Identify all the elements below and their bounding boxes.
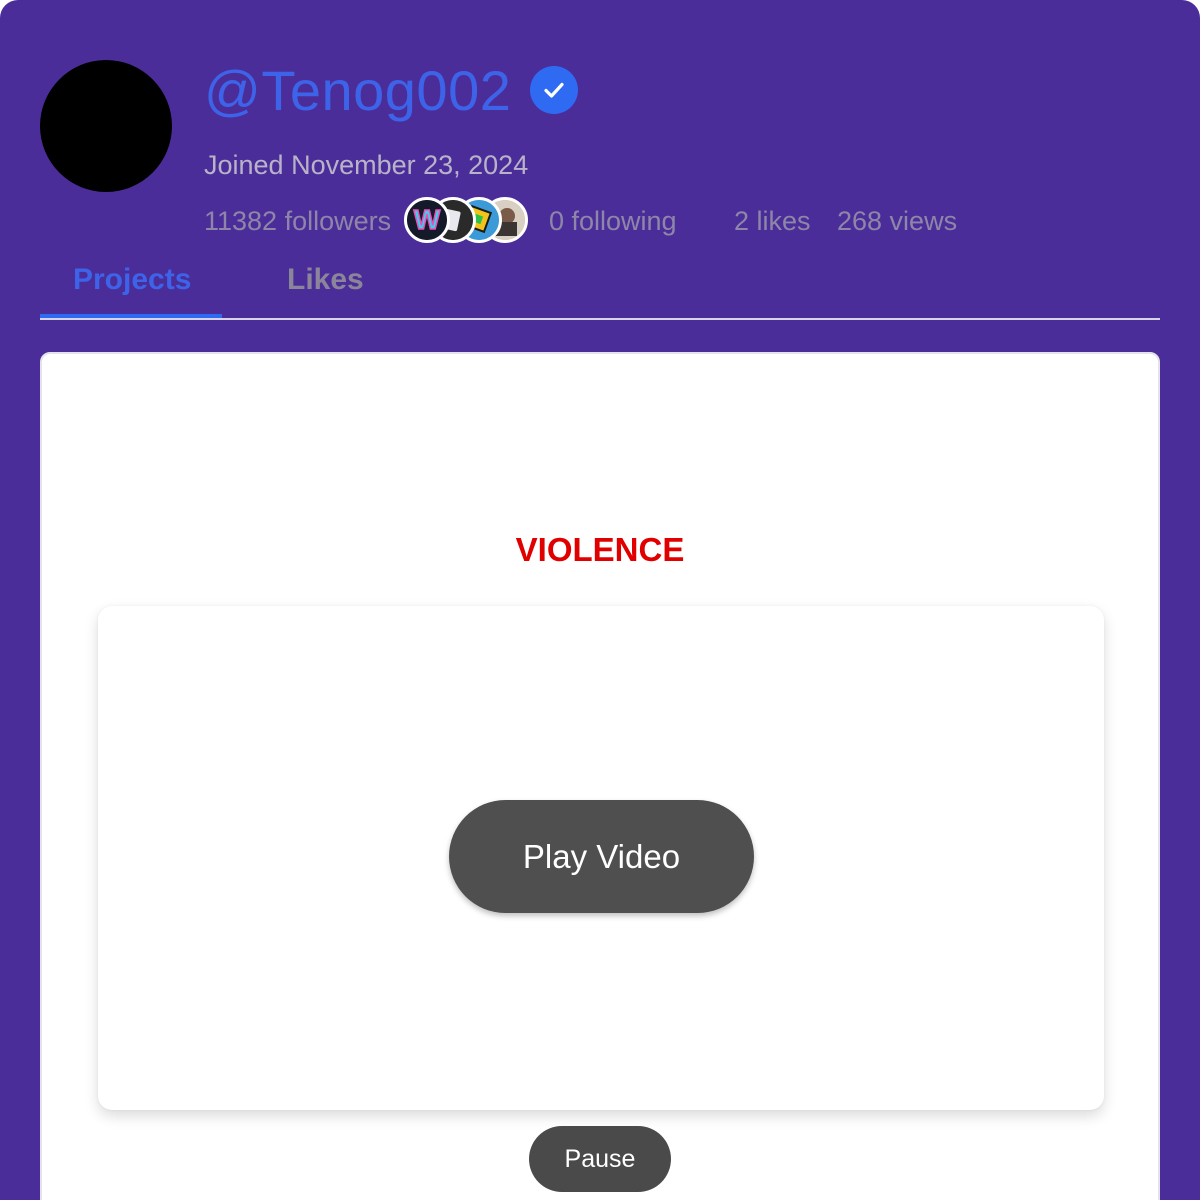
video-player[interactable]: Play Video	[98, 606, 1104, 1110]
following-count[interactable]: 0 following	[549, 204, 677, 238]
likes-count: 2 likes	[734, 206, 811, 236]
content-warning: VIOLENCE	[515, 531, 685, 568]
svg-text:W: W	[414, 204, 441, 235]
joined-date: Joined November 23, 2024	[204, 150, 529, 180]
profile-page: @Tenog002 Joined November 23, 2024 11382…	[0, 0, 1200, 1200]
profile-avatar[interactable]	[40, 60, 172, 192]
follower-avatar-w-icon[interactable]: W	[404, 197, 450, 243]
project-card: VIOLENCE Play Video Pause	[40, 352, 1160, 1200]
tab-divider	[40, 318, 1160, 320]
followers-count[interactable]: 11382 followers	[204, 204, 391, 238]
profile-username: @Tenog002	[204, 59, 512, 122]
pause-button[interactable]: Pause	[529, 1126, 671, 1192]
follower-avatar-stack[interactable]: W	[404, 197, 529, 245]
tab-likes[interactable]: Likes	[287, 258, 364, 302]
verified-check-icon	[530, 66, 578, 114]
views-count: 268 views	[837, 206, 958, 236]
tab-projects[interactable]: Projects	[73, 258, 191, 302]
play-video-button[interactable]: Play Video	[449, 800, 754, 913]
